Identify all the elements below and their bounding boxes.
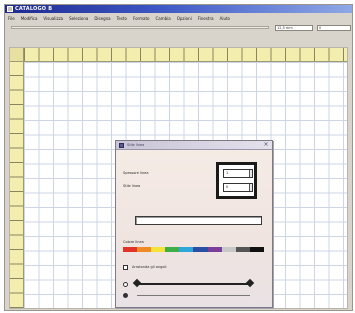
toolbar-field-1[interactable]: 12,5 mm — [275, 25, 313, 31]
line-style-dialog: Stile linea × Spessore linea Stile linea… — [115, 140, 273, 308]
menu-item-finestra[interactable]: Finestra — [198, 16, 214, 21]
line-name-field[interactable] — [135, 216, 262, 225]
color-swatch[interactable] — [249, 247, 264, 252]
menu-item-opzioni[interactable]: Opzioni — [177, 16, 192, 21]
label-line-color: Colore linea — [123, 240, 144, 244]
color-swatch[interactable] — [221, 247, 236, 252]
arrow-radio-1[interactable] — [123, 282, 128, 287]
style-spinner[interactable]: 0 — [223, 183, 253, 192]
menu-bar: File Modifica Visualizza Seleziona Diseg… — [5, 14, 352, 22]
ruler-vertical — [10, 62, 24, 308]
close-icon[interactable]: × — [263, 142, 269, 148]
menu-item-aiuto[interactable]: Aiuto — [220, 16, 230, 21]
color-swatch[interactable] — [165, 247, 180, 252]
line-preview-box — [216, 162, 257, 199]
menu-item-cambia[interactable]: Cambia — [155, 16, 170, 21]
color-swatch[interactable] — [235, 247, 250, 252]
menu-item-seleziona[interactable]: Seleziona — [69, 16, 88, 21]
title-bar[interactable]: CATALOGO B — [5, 5, 352, 13]
menu-item-formato[interactable]: Formato — [133, 16, 150, 21]
window-title: CATALOGO B — [15, 6, 53, 12]
style-value: 0 — [226, 185, 229, 189]
thickness-value: 1 — [226, 171, 229, 175]
color-swatch[interactable] — [193, 247, 208, 252]
arrow-radio-2[interactable] — [123, 293, 128, 298]
menu-item-testo[interactable]: Testo — [117, 16, 127, 21]
checkbox-label: Arrotonda gli angoli — [132, 265, 167, 269]
toolbar-field-2[interactable]: 0 — [317, 25, 351, 31]
spinner-arrows-icon[interactable] — [249, 184, 252, 191]
dialog-icon — [119, 143, 124, 148]
label-line-style: Stile linea — [123, 184, 141, 188]
color-palette — [123, 247, 264, 252]
toolbar: 12,5 mm 0 — [5, 23, 352, 32]
color-swatch[interactable] — [137, 247, 152, 252]
arrow-end-icon[interactable] — [245, 278, 255, 288]
thickness-spinner[interactable]: 1 — [223, 169, 253, 178]
spinner-arrows-icon[interactable] — [249, 170, 252, 177]
dialog-title: Stile linea — [127, 143, 145, 147]
menu-item-disegna[interactable]: Disegna — [94, 16, 110, 21]
menu-item-modifica[interactable]: Modifica — [21, 16, 38, 21]
ruler-horizontal — [24, 48, 347, 62]
arrow-line-preview — [137, 283, 250, 285]
arrow-start-icon[interactable] — [132, 278, 142, 288]
label-line-thickness: Spessore linea — [123, 171, 149, 175]
color-swatch[interactable] — [207, 247, 222, 252]
app-icon — [7, 6, 13, 12]
toolbar-track — [11, 26, 269, 29]
plain-line-preview — [137, 295, 250, 296]
color-swatch[interactable] — [151, 247, 166, 252]
dialog-title-bar[interactable]: Stile linea × — [116, 141, 272, 150]
menu-item-file[interactable]: File — [8, 16, 15, 21]
ruler-corner — [10, 48, 24, 62]
color-swatch[interactable] — [179, 247, 194, 252]
menu-item-visualizza[interactable]: Visualizza — [43, 16, 63, 21]
color-swatch[interactable] — [123, 247, 138, 252]
round-corners-checkbox[interactable] — [123, 265, 128, 270]
